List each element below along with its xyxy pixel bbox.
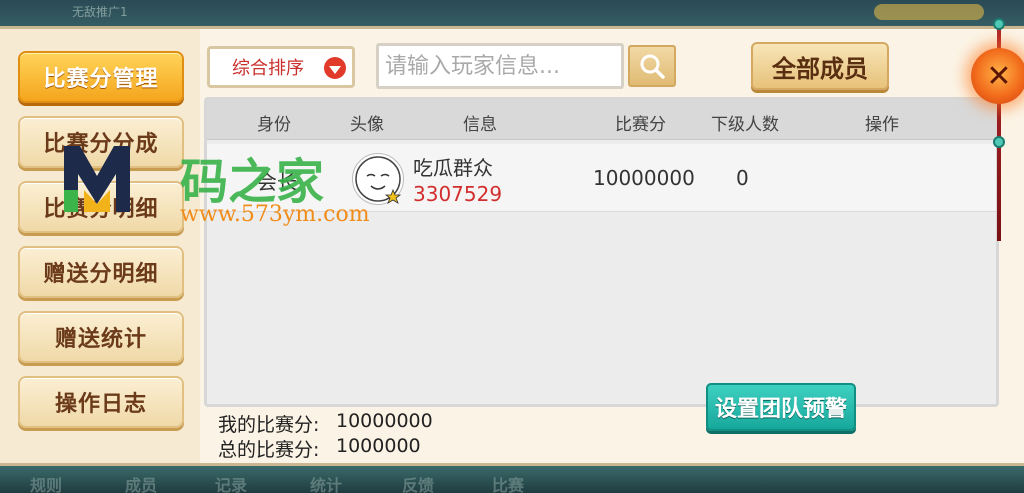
close-icon: ✕	[986, 58, 1012, 94]
total-score-label: 总的比赛分:	[218, 439, 320, 461]
match-score-dialog: 比赛分管理 比赛分分成 比赛分明细 赠送分明细 赠送统计 操作日志 综合排序 全…	[0, 26, 1024, 466]
sidebar-item-label: 赠送分明细	[43, 262, 159, 287]
bg-tab-members: 成员	[125, 476, 158, 493]
header-role: 身份	[257, 115, 291, 135]
background-bottom-tabs: 规则 成员 记录 统计 反馈 比赛	[0, 466, 1024, 493]
chevron-down-icon	[324, 57, 346, 79]
header-action: 操作	[865, 115, 899, 135]
total-score-value: 1000000	[336, 435, 421, 457]
bg-tab-records: 记录	[215, 476, 248, 493]
my-score-value: 10000000	[336, 410, 433, 432]
close-button[interactable]: ✕	[971, 48, 1024, 104]
team-warning-label: 设置团队预警	[714, 397, 847, 422]
team-warning-button[interactable]: 设置团队预警	[706, 383, 856, 431]
watermark-logo-icon	[64, 146, 130, 212]
bg-tab-stats: 统计	[310, 476, 343, 493]
background-title-text: 无敌推广1	[72, 5, 128, 19]
watermark-url: www.573ym.com	[180, 202, 370, 227]
sidebar-item-label: 赠送统计	[54, 327, 147, 352]
row-player-name: 吃瓜群众	[413, 156, 493, 180]
sidebar-item-label: 比赛分管理	[43, 67, 159, 92]
sidebar-item-label: 操作日志	[54, 392, 147, 417]
all-members-button[interactable]: 全部成员	[751, 42, 889, 90]
all-members-label: 全部成员	[772, 54, 868, 83]
header-avatar: 头像	[350, 115, 384, 135]
avatar-face-icon	[355, 156, 402, 204]
sidebar-item-operation-log[interactable]: 操作日志	[18, 376, 184, 428]
bg-tab-match: 比赛	[492, 476, 525, 493]
avatar	[352, 153, 404, 205]
table-header: 身份 头像 信息 比赛分 下级人数 操作	[207, 100, 996, 140]
search-button[interactable]	[628, 45, 676, 87]
background-pill	[874, 4, 984, 20]
header-subordinates: 下级人数	[711, 115, 779, 135]
sidebar-item-gift-details[interactable]: 赠送分明细	[18, 246, 184, 298]
my-score-label: 我的比赛分:	[218, 414, 320, 436]
search-input[interactable]	[376, 43, 624, 89]
row-player-id: 3307529	[413, 182, 503, 206]
search-icon	[640, 54, 665, 79]
lantern-bead-icon	[993, 18, 1005, 30]
sidebar-item-gift-stats[interactable]: 赠送统计	[18, 311, 184, 363]
bg-tab-rules: 规则	[30, 476, 63, 493]
header-score: 比赛分	[615, 115, 666, 135]
lantern-bead-icon	[993, 136, 1005, 148]
background-top-bar: 无敌推广1	[0, 0, 1024, 26]
sidebar-item-score-management[interactable]: 比赛分管理	[18, 51, 184, 103]
bg-tab-feedback: 反馈	[402, 476, 435, 493]
sort-dropdown[interactable]: 综合排序	[207, 46, 355, 88]
row-score: 10000000	[593, 166, 695, 190]
sort-dropdown-label: 综合排序	[232, 58, 304, 79]
header-info: 信息	[463, 115, 497, 135]
row-subordinates: 0	[736, 166, 749, 190]
